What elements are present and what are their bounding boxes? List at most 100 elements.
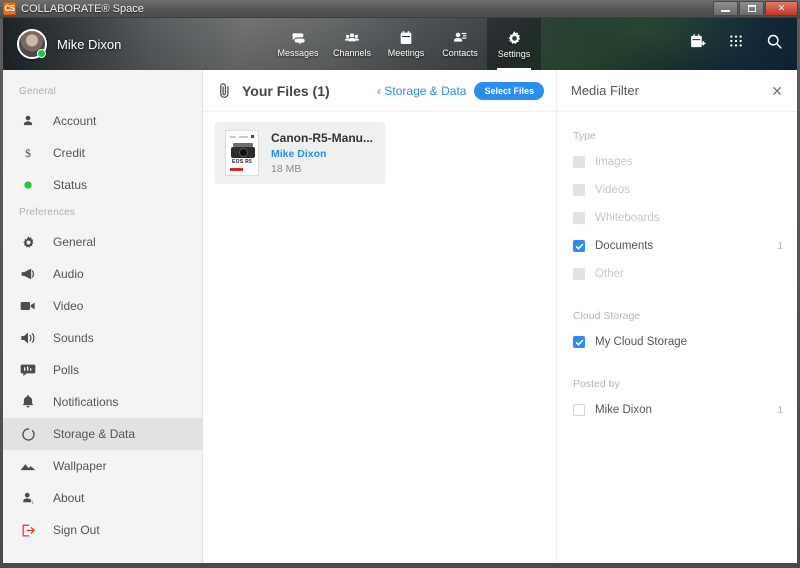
sidebar-item-wallpaper[interactable]: Wallpaper: [3, 450, 202, 482]
content-area: General Account $ Credit Status Preferen…: [3, 70, 797, 563]
sidebar-item-account[interactable]: Account: [3, 105, 202, 137]
channels-icon: [344, 30, 360, 46]
thumbnail-dot: [251, 135, 254, 138]
sidebar-item-notifications[interactable]: Notifications: [3, 386, 202, 418]
back-to-storage-link[interactable]: ‹ Storage & Data: [377, 84, 466, 98]
tab-meetings[interactable]: Meetings: [379, 18, 433, 70]
app-header: Mike Dixon Messages Channels Meetings Co…: [3, 18, 797, 70]
tab-label: Settings: [497, 48, 531, 59]
sidebar-item-label: Video: [53, 299, 84, 313]
checkbox-images: [573, 156, 585, 168]
tab-settings[interactable]: Settings: [487, 18, 541, 70]
filter-row-label: Videos: [595, 184, 630, 196]
sidebar-item-sign-out[interactable]: Sign Out: [3, 514, 202, 546]
close-icon[interactable]: ✕: [771, 84, 783, 98]
calendar-add-icon[interactable]: [689, 33, 706, 55]
user-name: Mike Dixon: [57, 36, 122, 52]
filter-row-documents[interactable]: Documents 1: [573, 236, 783, 256]
contacts-icon: [452, 30, 468, 46]
app-root: Mike Dixon Messages Channels Meetings Co…: [3, 18, 797, 563]
media-filter-title: Media Filter: [571, 83, 639, 98]
search-icon[interactable]: [766, 33, 783, 55]
filter-row-label: Other: [595, 268, 624, 280]
cs-app-icon: CS: [3, 2, 16, 15]
megaphone-icon: [19, 267, 37, 281]
checkbox-documents[interactable]: [573, 240, 585, 252]
filter-row-label: Documents: [595, 240, 654, 252]
application-window: CS COLLABORATE® Space ✕ Mike Dixon Messa…: [0, 0, 800, 568]
main-panel: Your Files (1) ‹ Storage & Data Select F…: [203, 70, 557, 563]
file-meta: Canon-R5-Manu... Mike Dixon 18 MB: [271, 131, 373, 175]
sidebar-item-about[interactable]: i About: [3, 482, 202, 514]
title-bar: CS COLLABORATE® Space ✕: [0, 0, 800, 18]
sidebar-item-audio[interactable]: Audio: [3, 258, 202, 290]
poll-chat-icon: [19, 363, 37, 377]
filter-row-label: Images: [595, 156, 633, 168]
sidebar-item-general[interactable]: General: [3, 226, 202, 258]
sidebar-item-label: Audio: [53, 267, 84, 281]
paperclip-icon: [217, 82, 232, 99]
file-card[interactable]: EOS R5 Canon-R5-Manu... Mike Dixon 18 MB: [215, 122, 385, 184]
sidebar-item-label: Polls: [53, 363, 80, 377]
status-dot-icon: [19, 180, 37, 190]
maximize-button[interactable]: [739, 1, 764, 16]
speaker-icon: [19, 331, 37, 345]
main-panel-header: Your Files (1) ‹ Storage & Data Select F…: [203, 70, 556, 112]
gear-icon: [19, 235, 37, 250]
media-filter-body: Type Images Videos Whiteboards Documents…: [557, 112, 797, 420]
checkbox-mike-dixon[interactable]: [573, 404, 585, 416]
online-status-dot: [37, 49, 46, 58]
settings-sidebar: General Account $ Credit Status Preferen…: [3, 70, 203, 563]
filter-row-whiteboards: Whiteboards: [573, 208, 783, 228]
sidebar-item-label: Wallpaper: [53, 459, 107, 473]
tab-label: Messages: [277, 48, 319, 58]
select-files-button[interactable]: Select Files: [474, 81, 544, 100]
sidebar-item-credit[interactable]: $ Credit: [3, 137, 202, 169]
sidebar-item-storage-and-data[interactable]: Storage & Data: [3, 418, 202, 450]
tab-contacts[interactable]: Contacts: [433, 18, 487, 70]
minimize-button[interactable]: [713, 1, 738, 16]
tab-messages[interactable]: Messages: [271, 18, 325, 70]
page-title: Your Files (1): [242, 82, 330, 99]
sign-out-icon: [19, 523, 37, 538]
sidebar-item-status[interactable]: Status: [3, 169, 202, 201]
checkbox-my-cloud-storage[interactable]: [573, 336, 585, 348]
tab-channels[interactable]: Channels: [325, 18, 379, 70]
sidebar-item-polls[interactable]: Polls: [3, 354, 202, 386]
filter-row-mike-dixon[interactable]: Mike Dixon 1: [573, 400, 783, 420]
tab-label: Channels: [332, 48, 372, 58]
sidebar-item-label: Notifications: [53, 395, 119, 409]
checkbox-whiteboards: [573, 212, 585, 224]
main-header-actions: ‹ Storage & Data Select Files: [377, 81, 544, 100]
settings-gear-icon: [506, 30, 523, 47]
file-thumbnail: EOS R5: [225, 130, 259, 176]
sidebar-item-sounds[interactable]: Sounds: [3, 322, 202, 354]
filter-row-images: Images: [573, 152, 783, 172]
back-link-label: Storage & Data: [384, 83, 467, 98]
dialpad-icon[interactable]: [728, 34, 744, 55]
video-camera-icon: [19, 300, 37, 312]
filter-group-label-cloud-storage: Cloud Storage: [573, 310, 641, 322]
avatar[interactable]: [17, 29, 47, 59]
close-button[interactable]: ✕: [765, 1, 798, 16]
file-list: EOS R5 Canon-R5-Manu... Mike Dixon 18 MB: [203, 112, 556, 194]
main-nav-tabs: Messages Channels Meetings Contacts Sett…: [271, 18, 541, 70]
media-filter-panel: Media Filter ✕ Type Images Videos Whiteb…: [557, 70, 797, 563]
filter-row-my-cloud-storage[interactable]: My Cloud Storage: [573, 332, 783, 352]
current-user-block[interactable]: Mike Dixon: [17, 18, 121, 70]
messages-icon: [290, 30, 306, 46]
window-controls: ✕: [713, 1, 798, 16]
file-name: Canon-R5-Manu...: [271, 131, 373, 145]
sidebar-item-label: Status: [53, 178, 88, 192]
bell-icon: [19, 394, 37, 410]
thumbnail-model-text: EOS R5: [232, 159, 253, 165]
filter-group-label-type: Type: [573, 130, 596, 142]
file-author[interactable]: Mike Dixon: [271, 148, 373, 160]
sidebar-item-label: Sounds: [53, 331, 94, 345]
chevron-left-icon: ‹: [377, 83, 382, 98]
sidebar-item-video[interactable]: Video: [3, 290, 202, 322]
filter-row-label: Whiteboards: [595, 212, 660, 224]
checkbox-other: [573, 268, 585, 280]
svg-text:i: i: [32, 500, 34, 506]
